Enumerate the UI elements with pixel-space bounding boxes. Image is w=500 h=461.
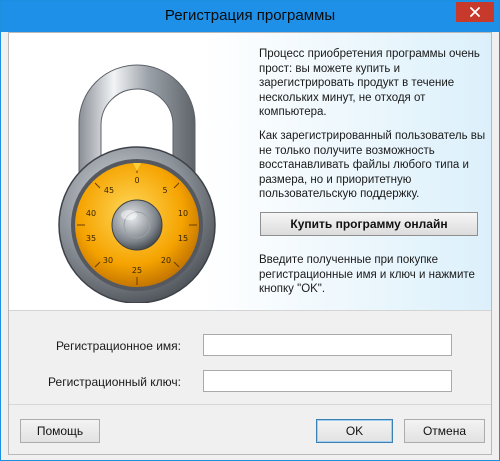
dial-number: 25 — [132, 266, 142, 275]
registration-name-input[interactable] — [203, 334, 452, 356]
window-title: Регистрация программы — [164, 7, 336, 24]
close-button[interactable] — [456, 2, 494, 22]
dialog-body: 0 5 10 15 20 25 30 35 40 45 Процесс прио… — [8, 32, 492, 455]
registration-name-label: Регистрационное имя: — [55, 339, 181, 353]
dial-number: 0 — [134, 176, 139, 185]
dial-number: 35 — [86, 234, 96, 243]
dial-number: 10 — [178, 209, 188, 218]
padlock-icon: 0 5 10 15 20 25 30 35 40 45 — [58, 64, 216, 303]
info-banner: 0 5 10 15 20 25 30 35 40 45 Процесс прио… — [9, 33, 491, 311]
dial-number: 45 — [104, 186, 114, 195]
buy-online-button[interactable]: Купить программу онлайн — [260, 212, 478, 236]
dial-number: 5 — [162, 186, 167, 195]
registration-dialog: Регистрация программы 0 5 10 15 20 25 30… — [0, 0, 500, 461]
instructions-paragraph: Введите полученные при покупке регистрац… — [259, 254, 475, 295]
registration-key-input[interactable] — [203, 370, 452, 392]
intro-paragraph: Процесс приобретения программы очень про… — [259, 48, 480, 118]
separator — [9, 404, 491, 405]
cancel-button[interactable]: Отмена — [404, 419, 485, 443]
registration-key-label: Регистрационный ключ: — [48, 375, 181, 389]
dial-number: 15 — [178, 234, 188, 243]
help-button[interactable]: Помощь — [20, 419, 100, 443]
dial-number: 40 — [86, 209, 96, 218]
dial-number: 20 — [161, 256, 171, 265]
close-icon — [470, 7, 480, 17]
ok-button[interactable]: OK — [316, 419, 393, 443]
benefits-paragraph: Как зарегистрированный пользователь вы н… — [259, 130, 486, 200]
dial-number: 30 — [103, 256, 113, 265]
title-bar: Регистрация программы — [1, 1, 499, 32]
